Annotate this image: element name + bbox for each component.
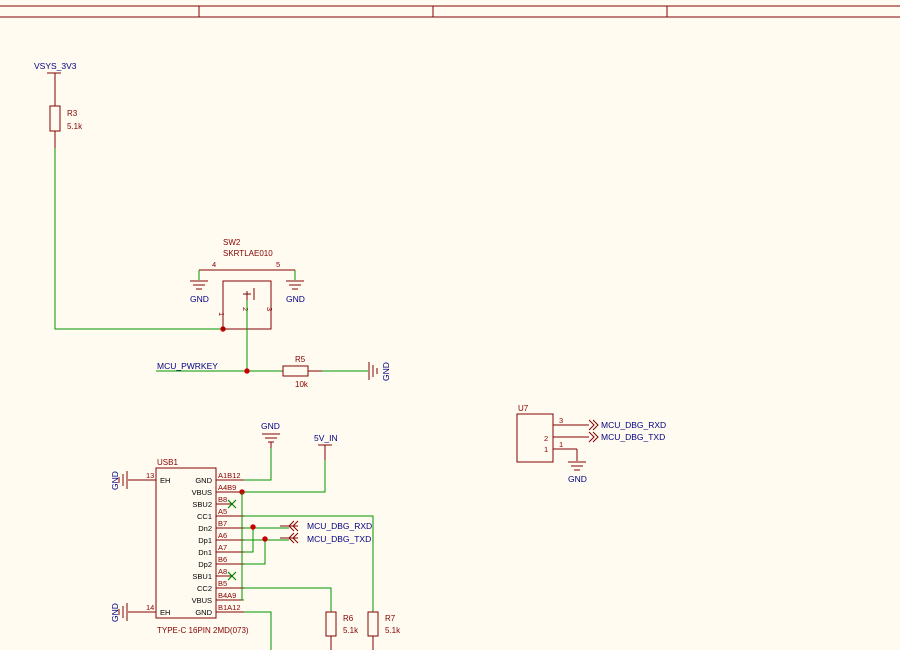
net-port-txd-usb[interactable]: MCU_DBG_TXD	[280, 532, 371, 544]
wire-dp2	[244, 538, 266, 565]
usb1-pin13: 13	[146, 471, 154, 480]
gnd-symbol-eh14: GND	[110, 603, 128, 622]
sw2-pin5: 5	[276, 260, 280, 269]
net-port-txd-u7[interactable]: MCU_DBG_TXD	[588, 431, 665, 443]
sw2-pin4: 4	[212, 260, 216, 269]
r7-ref: R7	[385, 614, 396, 623]
r6-ref: R6	[343, 614, 354, 623]
usb1-pin-b1a12: B1A12	[218, 603, 241, 612]
resistor-r5[interactable]: R5 10k	[282, 355, 322, 389]
r5-ref: R5	[295, 355, 306, 364]
usb1-pinname-vbus: VBUS	[192, 488, 212, 497]
resistor-r7[interactable]: R7 5.1k	[367, 611, 401, 650]
net-label-pwrkey[interactable]: MCU_PWRKEY	[157, 361, 218, 371]
usb1-pin-a1b12: A1B12	[218, 471, 241, 480]
gnd-symbol-r5: GND	[368, 362, 391, 381]
usb1-pinname-cc2: CC2	[197, 584, 212, 593]
gnd-symbol-sw4: GND	[190, 270, 209, 304]
usb1-pinname-dp2: Dp2	[198, 560, 212, 569]
sw2-ref: SW2	[223, 238, 241, 247]
r5-value: 10k	[295, 380, 309, 389]
connector-u7[interactable]: U7 3 2 1 1	[516, 404, 589, 463]
usb1-pinname-gnd: GND	[195, 476, 212, 485]
sw2-pin1: 1	[217, 312, 226, 316]
junction	[262, 536, 268, 542]
wire-dn1	[244, 526, 254, 553]
gnd-symbol-u7: GND	[568, 449, 587, 484]
gnd-label: GND	[381, 362, 391, 381]
r3-value: 5.1k	[67, 122, 83, 131]
usb1-pin-a7: A7	[218, 543, 227, 552]
net-label-txd-usb: MCU_DBG_TXD	[307, 534, 371, 544]
gnd-label: GND	[261, 421, 280, 431]
gnd-symbol-sw5: GND	[286, 270, 305, 304]
wire-vbus-bridge	[241, 492, 244, 601]
usb1-pin-a4b9: A4B9	[218, 483, 236, 492]
usb1-pin13-name: EH	[160, 476, 170, 485]
net-port-rxd-u7[interactable]: MCU_DBG_RXD	[588, 419, 666, 431]
resistor-r3[interactable]: R3 5.1k	[49, 88, 83, 148]
net-label-rxd-usb: MCU_DBG_RXD	[307, 521, 372, 531]
resistor-r6[interactable]: R6 5.1k	[325, 611, 359, 650]
usb1-ref: USB1	[157, 458, 178, 467]
usb1-pin-b8: B8	[218, 495, 227, 504]
gnd-label: GND	[110, 471, 120, 490]
u7-pin1: 1	[559, 440, 563, 449]
wire-usb-gnd-top	[244, 448, 272, 481]
v5-label: 5V_IN	[314, 433, 338, 443]
usb1-pin-a5: A5	[218, 507, 227, 516]
wire-vbus-5v	[244, 460, 326, 493]
gnd-label: GND	[190, 294, 209, 304]
schematic-canvas: VSYS_3V3 R3 5.1k SW2 SKRTLAE010 4 5 1 2 …	[0, 5, 900, 650]
gnd-label: GND	[286, 294, 305, 304]
u7-ref: U7	[518, 404, 529, 413]
connector-usb1[interactable]: USB1 TYPE-C 16PIN 2MD(073) 13 EH 14 EH A…	[128, 458, 249, 635]
wire-cc2-r6	[244, 587, 332, 612]
r7-value: 5.1k	[385, 626, 401, 635]
u7-pin2: 2	[544, 434, 548, 443]
sw2-pin2: 2	[241, 307, 250, 311]
sw2-value: SKRTLAE010	[223, 249, 273, 258]
sw2-pin3: 3	[265, 307, 274, 311]
net-label-txd: MCU_DBG_TXD	[601, 432, 665, 442]
usb1-pinname-sbu2: SBU2	[192, 500, 212, 509]
usb1-pinname-dp1: Dp1	[198, 536, 212, 545]
usb1-pin-b7: B7	[218, 519, 227, 528]
usb1-value: TYPE-C 16PIN 2MD(073)	[157, 626, 249, 635]
sheet-frame	[0, 5, 900, 18]
gnd-symbol-eh13: GND	[110, 471, 128, 490]
gnd-symbol-usb: GND	[261, 421, 280, 448]
v5-power-port[interactable]: 5V_IN	[314, 433, 338, 460]
usb1-pinname-vbus2: VBUS	[192, 596, 212, 605]
usb1-pin14: 14	[146, 603, 154, 612]
usb1-pinname-dn2: Dn2	[198, 524, 212, 533]
u7-pin3: 3	[559, 416, 563, 425]
junction	[250, 524, 256, 530]
r6-value: 5.1k	[343, 626, 359, 635]
u7-pin1-inner: 1	[544, 445, 548, 454]
r3-ref: R3	[67, 109, 78, 118]
usb1-pin-b6: B6	[218, 555, 227, 564]
usb1-pinname-dn1: Dn1	[198, 548, 212, 557]
gnd-label: GND	[110, 603, 120, 622]
usb1-pinname-gnd2: GND	[195, 608, 212, 617]
net-label-rxd: MCU_DBG_RXD	[601, 420, 666, 430]
usb1-pin-a6: A6	[218, 531, 227, 540]
usb1-pin-a8: A8	[218, 567, 227, 576]
junction	[244, 368, 250, 374]
usb1-pin-b4a9: B4A9	[218, 591, 236, 600]
vsys-power-port[interactable]: VSYS_3V3	[34, 61, 77, 88]
usb1-pinname-sbu1: SBU1	[192, 572, 212, 581]
net-port-rxd-usb[interactable]: MCU_DBG_RXD	[280, 520, 372, 532]
usb1-pin-b5: B5	[218, 579, 227, 588]
usb1-pinname-cc1: CC1	[197, 512, 212, 521]
gnd-label: GND	[568, 474, 587, 484]
usb1-pin14-name: EH	[160, 608, 170, 617]
vsys-label: VSYS_3V3	[34, 61, 77, 71]
